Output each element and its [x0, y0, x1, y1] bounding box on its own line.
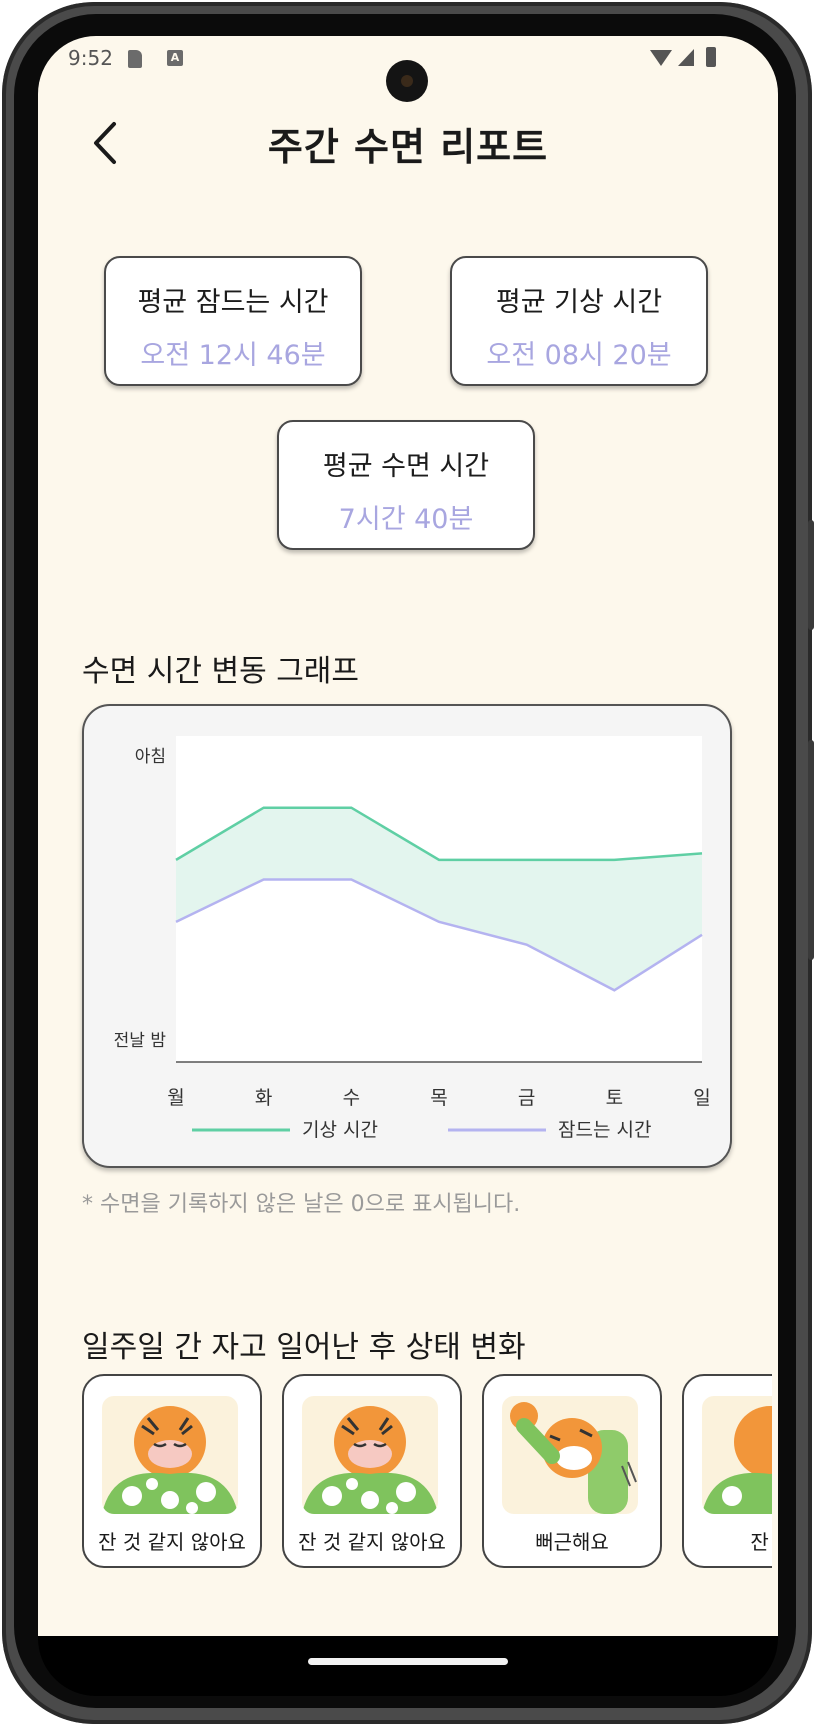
graph-section-title: 수면 시간 변동 그래프 [82, 654, 360, 689]
avg-sleep-time-value: 오전 12시 46분 [140, 340, 326, 371]
page-title: 주간 수면 리포트 [267, 125, 549, 169]
tired-tiger-icon [302, 1396, 438, 1514]
y-bottom-label: 전날 밤 [114, 1031, 167, 1051]
x-tick-label: 목 [430, 1087, 447, 1109]
legend-wake-label: 기상 시간 [302, 1119, 378, 1141]
front-camera [386, 60, 428, 102]
avg-duration-label: 평균 수면 시간 [322, 451, 490, 482]
sleep-chart: 아침 전날 밤 월 화 수 목 금 토 일 기상 시간 잠드는 시간 [114, 736, 711, 1141]
x-tick-label: 금 [518, 1087, 535, 1109]
y-top-label: 아침 [135, 747, 166, 767]
legend-sleep-label: 잠드는 시간 [558, 1119, 651, 1141]
chart-footnote: * 수면을 기록하지 않은 날은 0으로 표시됩니다. [82, 1192, 521, 1217]
sleep-chart-card: 아침 전날 밤 월 화 수 목 금 토 일 기상 시간 잠드는 시간 [82, 704, 732, 1168]
stiff-tiger-icon [502, 1396, 638, 1514]
avg-wake-time-value: 오전 08시 20분 [486, 340, 672, 371]
mood-card-3[interactable]: 뻐근해요 [482, 1374, 662, 1568]
wifi-icon [650, 50, 672, 66]
x-tick-label: 월 [167, 1087, 184, 1109]
tired-tiger-icon [102, 1396, 238, 1514]
volume-button [808, 520, 814, 630]
mood-section-title: 일주일 간 자고 일어난 후 상태 변화 [82, 1330, 526, 1365]
mood-card-2[interactable]: 잔 것 같지 않아요 [282, 1374, 462, 1568]
x-tick-label: 일 [693, 1087, 710, 1109]
x-tick-label: 토 [606, 1087, 623, 1109]
mood-card-1[interactable]: 잔 것 같지 않아요 [82, 1374, 262, 1568]
home-gesture-bar[interactable] [308, 1658, 508, 1665]
signal-icon [678, 49, 694, 66]
avg-sleep-time-card: 평균 잠드는 시간 오전 12시 46분 [104, 256, 362, 386]
avg-wake-time-label: 평균 기상 시간 [495, 287, 663, 318]
x-tick-label: 수 [343, 1087, 360, 1109]
avg-duration-card: 평균 수면 시간 7시간 40분 [277, 420, 535, 550]
avg-duration-value: 7시간 40분 [338, 504, 474, 535]
power-button [808, 740, 814, 960]
sim-card-icon [128, 50, 142, 68]
avg-sleep-time-label: 평균 잠드는 시간 [137, 287, 329, 318]
mood-label-4: 잔 것 [750, 1530, 772, 1554]
status-time: 9:52 [68, 46, 113, 70]
mood-label-3: 뻐근해요 [535, 1530, 609, 1554]
mood-label-2: 잔 것 같지 않아요 [298, 1530, 446, 1554]
avg-wake-time-card: 평균 기상 시간 오전 08시 20분 [450, 256, 708, 386]
x-tick-label: 화 [255, 1087, 272, 1109]
tired-tiger-icon [702, 1396, 772, 1514]
mood-card-4[interactable]: 잔 것 [682, 1374, 772, 1568]
app-screen: 9:52 A 주간 수면 리포트 평균 잠드는 시간 오전 12시 46분 평균… [38, 36, 778, 1636]
notification-a-icon: A [167, 50, 183, 66]
navigation-bar [38, 1636, 778, 1696]
mood-label-1: 잔 것 같지 않아요 [98, 1530, 246, 1554]
battery-icon [706, 47, 716, 67]
mood-carousel[interactable]: 잔 것 같지 않아요 잔 것 같지 않아요 뻐근해요 잔 [82, 1374, 772, 1636]
